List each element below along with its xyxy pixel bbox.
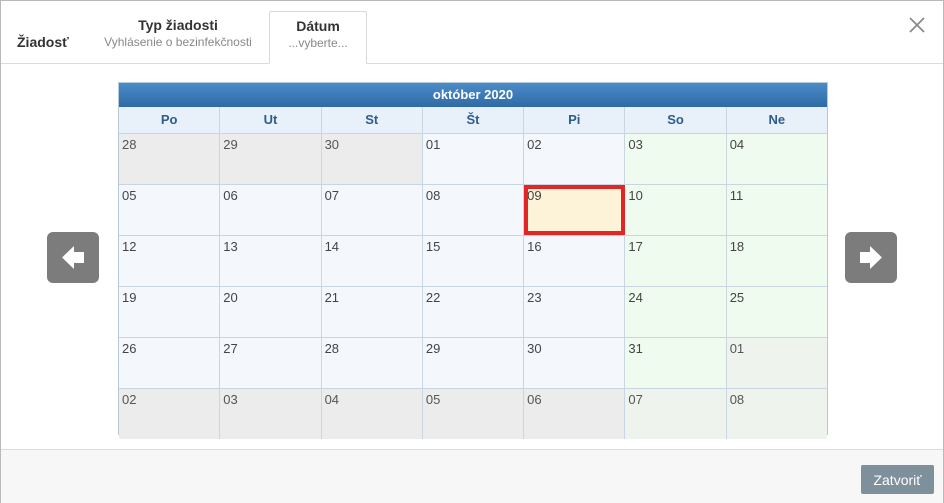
calendar-week-row: 26 27 28 29 30 31 01	[119, 338, 827, 389]
calendar-day[interactable]: 21	[321, 287, 423, 337]
calendar-day[interactable]: 06	[524, 389, 626, 439]
calendar-day[interactable]: 01	[726, 338, 827, 388]
dialog-footer: Zatvoriť	[1, 449, 943, 503]
calendar-day[interactable]: 15	[422, 236, 525, 286]
calendar-day[interactable]: 14	[321, 236, 423, 286]
weekday-label: So	[625, 107, 727, 133]
previous-month-button[interactable]	[47, 232, 99, 283]
weekday-label: Po	[119, 107, 221, 133]
calendar-day[interactable]: 26	[119, 338, 221, 388]
calendar-day[interactable]: 02	[119, 389, 221, 439]
weekday-label: St	[322, 107, 423, 133]
date-picker-dialog: Žiadosť Typ žiadosti Vyhlásenie o bezinf…	[0, 0, 944, 503]
calendar-day[interactable]: 19	[119, 287, 221, 337]
calendar-day[interactable]: 03	[625, 134, 727, 184]
calendar-day[interactable]: 02	[524, 134, 626, 184]
calendar-day[interactable]: 07	[625, 389, 727, 439]
calendar-day[interactable]: 17	[625, 236, 727, 286]
calendar-day[interactable]: 30	[321, 134, 423, 184]
calendar-week-row: 12 13 14 15 16 17 18	[119, 236, 827, 287]
calendar-day[interactable]: 31	[625, 338, 727, 388]
calendar-week-row: 05 06 07 08 09 10 11	[119, 185, 827, 236]
calendar-month-title: október 2020	[119, 83, 827, 107]
calendar-day[interactable]: 13	[220, 236, 322, 286]
calendar-day[interactable]: 12	[119, 236, 221, 286]
calendar-day[interactable]: 04	[321, 389, 423, 439]
calendar-day[interactable]: 29	[220, 134, 322, 184]
calendar-day[interactable]: 25	[726, 287, 827, 337]
calendar-day[interactable]: 23	[524, 287, 626, 337]
calendar-day[interactable]: 01	[422, 134, 525, 184]
tab-request-type-label: Typ žiadosti	[138, 17, 218, 33]
calendar-day[interactable]: 05	[422, 389, 525, 439]
calendar-day[interactable]: 16	[524, 236, 626, 286]
calendar-day-selected[interactable]: 09	[524, 185, 626, 235]
calendar-day[interactable]: 28	[321, 338, 423, 388]
calendar-day[interactable]: 07	[321, 185, 423, 235]
arrow-right-icon	[860, 246, 882, 269]
calendar-day[interactable]: 20	[220, 287, 322, 337]
calendar-day[interactable]: 03	[220, 389, 322, 439]
calendar-week-row: 19 20 21 22 23 24 25	[119, 287, 827, 338]
calendar-day[interactable]: 29	[422, 338, 525, 388]
calendar-day[interactable]: 27	[220, 338, 322, 388]
tab-date[interactable]: Dátum ...vyberte...	[269, 11, 367, 64]
calendar-day[interactable]: 08	[726, 389, 827, 439]
calendar-week-row: 28 29 30 01 02 03 04	[119, 134, 827, 185]
calendar-week-row: 02 03 04 05 06 07 08	[119, 389, 827, 439]
calendar-day[interactable]: 30	[524, 338, 626, 388]
calendar-day[interactable]: 24	[625, 287, 727, 337]
close-button[interactable]: Zatvoriť	[861, 465, 934, 494]
calendar: október 2020 Po Ut St Št Pi So Ne 28 29 30 01 02 03…	[118, 82, 828, 439]
tab-date-label: Dátum	[296, 18, 340, 34]
next-month-button[interactable]	[845, 232, 897, 283]
dialog-header: Žiadosť Typ žiadosti Vyhlásenie o bezinf…	[1, 1, 943, 64]
weekday-label: Št	[423, 107, 525, 133]
weekday-header: Po Ut St Št Pi So Ne	[119, 107, 827, 134]
weekday-label: Ne	[768, 112, 786, 127]
calendar-day[interactable]: 06	[220, 185, 322, 235]
calendar-day[interactable]: 28	[119, 134, 221, 184]
arrow-left-icon	[62, 246, 84, 269]
calendar-day[interactable]: 10	[625, 185, 727, 235]
tab-date-value: ...vyberte...	[288, 36, 348, 50]
close-icon[interactable]	[905, 13, 929, 37]
calendar-day[interactable]: 22	[422, 287, 525, 337]
calendar-day[interactable]: 18	[726, 236, 827, 286]
calendar-grid: 28 29 30 01 02 03 04 05 06 07 08 09 10 11 12 13 14 15 16 17…	[119, 134, 827, 439]
calendar-day[interactable]: 08	[422, 185, 525, 235]
calendar-day[interactable]: 05	[119, 185, 221, 235]
calendar-day[interactable]: 11	[726, 185, 827, 235]
weekday-label: Pi	[524, 107, 626, 133]
calendar-day[interactable]: 04	[726, 134, 827, 184]
tab-request-type[interactable]: Typ žiadosti Vyhlásenie o bezinfekčnosti	[95, 11, 261, 63]
weekday-label: Ut	[220, 107, 322, 133]
tab-request-type-value: Vyhlásenie o bezinfekčnosti	[104, 35, 252, 49]
dialog-title: Žiadosť	[17, 34, 69, 50]
